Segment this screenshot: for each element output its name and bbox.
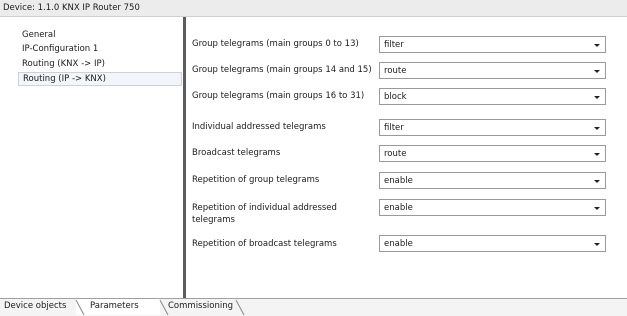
tree-item-routing-knx-ip[interactable]: Routing (KNX -> IP) bbox=[22, 58, 105, 70]
repetition-group-select[interactable]: enable bbox=[379, 172, 606, 189]
tab-bar: Device objects Parameters Commissioning bbox=[0, 298, 627, 316]
label-line-2: telegrams bbox=[192, 215, 235, 225]
broadcast-select[interactable]: route bbox=[379, 145, 606, 162]
parameter-tree: General IP-Configuration 1 Routing (KNX … bbox=[0, 17, 183, 298]
param-label-repetition-broadcast: Repetition of broadcast telegrams bbox=[192, 239, 337, 249]
tree-item-label: Routing (IP -> KNX) bbox=[23, 74, 106, 84]
tab-separators bbox=[75, 299, 245, 316]
dropdown-arrow-icon bbox=[594, 70, 600, 73]
param-label-broadcast: Broadcast telegrams bbox=[192, 148, 281, 158]
parameters-panel: Group telegrams (main groups 0 to 13) fi… bbox=[186, 17, 627, 298]
main-groups-16-31-select[interactable]: block bbox=[379, 88, 606, 105]
dropdown-arrow-icon bbox=[594, 207, 600, 210]
select-value: filter bbox=[384, 40, 404, 50]
param-label-individual-addressed: Individual addressed telegrams bbox=[192, 122, 326, 132]
tree-item-label: General bbox=[22, 30, 56, 40]
param-label-repetition-group: Repetition of group telegrams bbox=[192, 175, 320, 185]
repetition-broadcast-select[interactable]: enable bbox=[379, 235, 606, 252]
dropdown-arrow-icon bbox=[594, 153, 600, 156]
dropdown-arrow-icon bbox=[594, 44, 600, 47]
select-value: enable bbox=[384, 176, 413, 186]
dropdown-arrow-icon bbox=[594, 127, 600, 130]
title-bar: Device: 1.1.0 KNX IP Router 750 bbox=[0, 0, 627, 17]
tree-item-general[interactable]: General bbox=[22, 29, 56, 41]
dropdown-arrow-icon bbox=[594, 96, 600, 99]
dropdown-arrow-icon bbox=[594, 243, 600, 246]
tree-item-routing-ip-knx[interactable]: Routing (IP -> KNX) bbox=[18, 72, 182, 86]
dropdown-arrow-icon bbox=[594, 180, 600, 183]
select-value: enable bbox=[384, 239, 413, 249]
select-value: filter bbox=[384, 123, 404, 133]
main-groups-0-13-select[interactable]: filter bbox=[379, 36, 606, 53]
param-label-repetition-individual: Repetition of individual addressed teleg… bbox=[192, 202, 337, 226]
label-line-1: Repetition of individual addressed bbox=[192, 203, 337, 213]
param-label-main-groups-0-13: Group telegrams (main groups 0 to 13) bbox=[192, 39, 359, 49]
select-value: enable bbox=[384, 203, 413, 213]
tree-item-label: IP-Configuration 1 bbox=[22, 44, 99, 54]
select-value: block bbox=[384, 92, 407, 102]
individual-addressed-select[interactable]: filter bbox=[379, 119, 606, 136]
select-value: route bbox=[384, 66, 407, 76]
main-groups-14-15-select[interactable]: route bbox=[379, 62, 606, 79]
tree-item-label: Routing (KNX -> IP) bbox=[22, 59, 105, 69]
tree-item-ip-configuration[interactable]: IP-Configuration 1 bbox=[22, 43, 98, 55]
select-value: route bbox=[384, 149, 407, 159]
window-title: Device: 1.1.0 KNX IP Router 750 bbox=[3, 3, 140, 13]
param-label-main-groups-16-31: Group telegrams (main groups 16 to 31) bbox=[192, 91, 365, 101]
repetition-individual-select[interactable]: enable bbox=[379, 199, 606, 216]
param-label-main-groups-14-15: Group telegrams (main groups 14 and 15) bbox=[192, 65, 372, 75]
